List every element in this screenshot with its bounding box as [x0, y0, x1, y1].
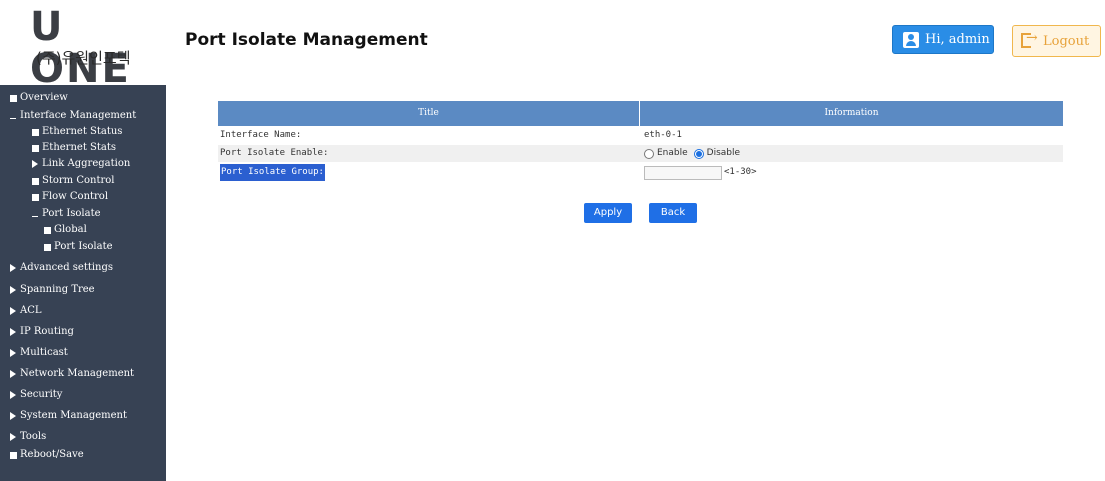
- table-header: Title Information: [218, 101, 1063, 126]
- logout-button-label: Logout: [1043, 33, 1090, 49]
- sidebar-item-label: Link Aggregation: [42, 158, 131, 169]
- sidebar-item-overview[interactable]: Overview: [10, 90, 68, 106]
- sidebar-item-interface-management[interactable]: Interface Management: [10, 108, 136, 124]
- port-isolate-group-field: <1-30>: [644, 164, 757, 181]
- logo-subtitle: (주)유원인포텍: [36, 49, 131, 67]
- sidebar-item-label: Network Management: [20, 368, 135, 379]
- disable-radio-label[interactable]: Disable: [707, 145, 740, 162]
- chevron-right-icon: [10, 433, 16, 441]
- sidebar-item-label: Interface Management: [20, 110, 137, 121]
- sidebar-item-global[interactable]: Global: [44, 222, 87, 238]
- collapse-dash-icon: [32, 215, 38, 217]
- table-row-interface-name: Interface Name: eth-0-1: [218, 127, 1063, 144]
- sidebar-item-acl[interactable]: ACL: [10, 303, 42, 319]
- sidebar-item-label: Multicast: [20, 347, 68, 358]
- header: U ONE (주)유원인포텍 Port Isolate Management H…: [0, 0, 1105, 90]
- port-isolate-enable-options: Enable Disable: [644, 145, 746, 162]
- sidebar-item-ethernet-stats[interactable]: Ethernet Stats: [32, 140, 116, 156]
- sidebar-item-label: Storm Control: [42, 175, 115, 186]
- logout-icon: [1021, 30, 1038, 50]
- sidebar-item-port-isolate[interactable]: Port Isolate: [32, 206, 101, 222]
- chevron-right-icon: [10, 412, 16, 420]
- square-bullet-icon: [32, 193, 39, 201]
- square-bullet-icon: [44, 243, 51, 251]
- sidebar-item-label: Port Isolate: [54, 241, 113, 252]
- square-bullet-icon: [32, 144, 39, 152]
- interface-name-label: Interface Name:: [220, 130, 302, 140]
- user-icon: [903, 31, 919, 48]
- square-bullet-icon: [10, 451, 17, 459]
- sidebar-item-label: Ethernet Stats: [42, 142, 116, 153]
- table-row-port-isolate-group: Port Isolate Group: <1-30>: [218, 164, 1063, 181]
- square-bullet-icon: [32, 177, 39, 185]
- chevron-right-icon: [10, 328, 16, 336]
- sidebar-item-network-management[interactable]: Network Management: [10, 366, 134, 382]
- square-bullet-icon: [32, 128, 39, 136]
- page-title: Port Isolate Management: [185, 30, 428, 50]
- port-isolate-group-label: Port Isolate Group:: [220, 164, 325, 181]
- sidebar-item-ethernet-status[interactable]: Ethernet Status: [32, 124, 122, 140]
- collapse-dash-icon: [10, 117, 16, 119]
- chevron-right-icon: [10, 286, 16, 294]
- sidebar-item-label: System Management: [20, 410, 128, 421]
- chevron-right-icon: [10, 349, 16, 357]
- user-button-label: Hi, admin: [925, 32, 990, 47]
- user-button[interactable]: Hi, admin: [892, 25, 994, 54]
- sidebar-item-ip-routing[interactable]: IP Routing: [10, 324, 74, 340]
- logout-button[interactable]: Logout: [1012, 25, 1101, 57]
- chevron-right-icon: [10, 264, 16, 272]
- interface-name-value: eth-0-1: [644, 130, 682, 140]
- square-bullet-icon: [10, 94, 17, 102]
- sidebar-item-label: Global: [54, 224, 87, 235]
- table-row-port-isolate-enable: Port Isolate Enable: Enable Disable: [218, 145, 1063, 162]
- sidebar-item-label: Port Isolate: [42, 208, 101, 219]
- chevron-right-icon: [10, 370, 16, 378]
- disable-radio[interactable]: [693, 148, 704, 159]
- sidebar-item-storm-control[interactable]: Storm Control: [32, 173, 114, 189]
- sidebar-item-reboot-save[interactable]: Reboot/Save: [10, 447, 84, 463]
- sidebar-item-port-isolate-sub[interactable]: Port Isolate: [44, 239, 113, 255]
- chevron-right-icon: [10, 391, 16, 399]
- sidebar-item-system-management[interactable]: System Management: [10, 408, 127, 424]
- port-isolate-enable-label: Port Isolate Enable:: [220, 148, 329, 158]
- sidebar-item-label: IP Routing: [20, 326, 74, 337]
- sidebar-item-label: Security: [20, 389, 63, 400]
- sidebar-item-tools[interactable]: Tools: [10, 429, 46, 445]
- sidebar-item-label: Overview: [20, 92, 68, 103]
- sidebar-item-flow-control[interactable]: Flow Control: [32, 189, 108, 205]
- sidebar-item-label: Tools: [20, 431, 47, 442]
- sidebar-nav: Overview Interface Management Ethernet S…: [0, 85, 166, 481]
- sidebar-item-advanced-settings[interactable]: Advanced settings: [10, 260, 113, 276]
- enable-radio-label[interactable]: Enable: [657, 145, 688, 162]
- sidebar-item-label: Flow Control: [42, 191, 109, 202]
- port-isolate-group-input[interactable]: [644, 165, 722, 180]
- sidebar-item-label: Spanning Tree: [20, 284, 95, 295]
- sidebar-item-label: Advanced settings: [20, 262, 114, 273]
- chevron-right-icon: [10, 307, 16, 315]
- column-header-title: Title: [218, 101, 640, 126]
- sidebar-item-label: ACL: [20, 305, 42, 316]
- chevron-right-icon: [32, 160, 38, 168]
- square-bullet-icon: [44, 226, 51, 234]
- column-header-information: Information: [824, 108, 879, 118]
- sidebar-item-label: Ethernet Status: [42, 126, 123, 137]
- back-button[interactable]: Back: [649, 203, 697, 223]
- sidebar-item-multicast[interactable]: Multicast: [10, 345, 68, 361]
- sidebar-item-security[interactable]: Security: [10, 387, 62, 403]
- enable-radio[interactable]: [644, 148, 654, 159]
- sidebar-item-spanning-tree[interactable]: Spanning Tree: [10, 282, 95, 298]
- logo: U ONE (주)유원인포텍: [30, 6, 162, 90]
- sidebar-item-link-aggregation[interactable]: Link Aggregation: [32, 156, 130, 172]
- sidebar-item-label: Reboot/Save: [20, 449, 84, 460]
- port-isolate-group-range-hint: <1-30>: [724, 167, 757, 177]
- apply-button[interactable]: Apply: [584, 203, 632, 223]
